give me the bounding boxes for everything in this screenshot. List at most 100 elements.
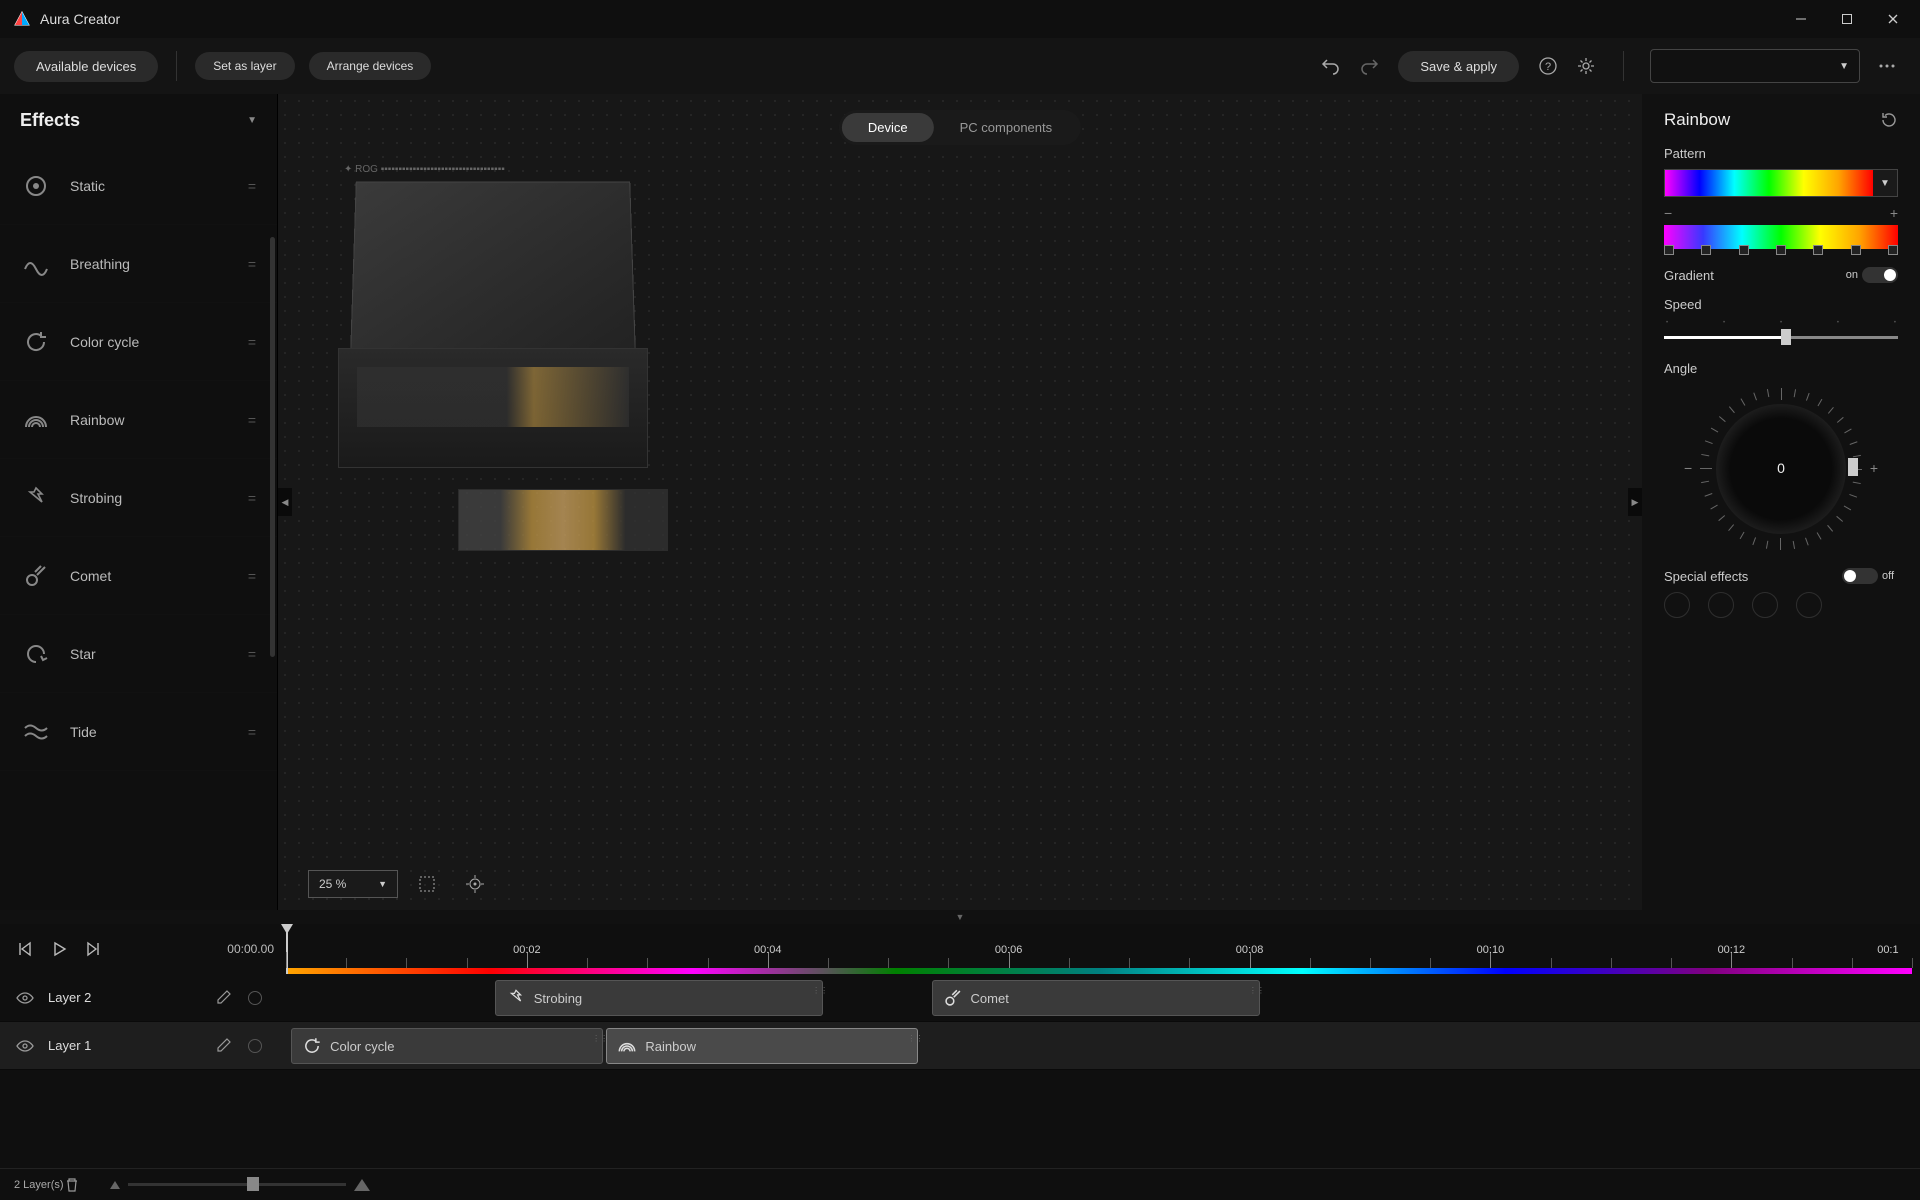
app-title: Aura Creator bbox=[40, 11, 120, 27]
effect-item-rainbow[interactable]: Rainbow = bbox=[0, 381, 277, 459]
gradient-toggle[interactable] bbox=[1862, 267, 1898, 283]
visibility-toggle[interactable] bbox=[16, 989, 34, 1007]
effects-header[interactable]: Effects ▼ bbox=[0, 94, 277, 147]
window-close-button[interactable] bbox=[1870, 0, 1916, 38]
tab-device[interactable]: Device bbox=[842, 113, 934, 142]
center-view-button[interactable] bbox=[462, 871, 488, 897]
delete-layer-button[interactable] bbox=[64, 1177, 80, 1193]
drag-grip-icon[interactable]: = bbox=[248, 412, 257, 428]
layer-name[interactable]: Layer 1 bbox=[48, 1038, 202, 1053]
help-button[interactable]: ? bbox=[1535, 53, 1561, 79]
drag-grip-icon[interactable]: = bbox=[248, 256, 257, 272]
clip-resize-handle[interactable]: ⋮⋮ bbox=[1249, 989, 1255, 1007]
pattern-label: Pattern bbox=[1664, 146, 1898, 161]
skip-start-button[interactable] bbox=[12, 936, 38, 962]
layer-color-dot[interactable] bbox=[248, 1039, 262, 1053]
effect-label: Static bbox=[70, 178, 105, 194]
timeline-collapse-button[interactable]: ▼ bbox=[0, 910, 1920, 924]
clip-label: Color cycle bbox=[330, 1039, 394, 1054]
window-minimize-button[interactable] bbox=[1778, 0, 1824, 38]
effect-label: Breathing bbox=[70, 256, 130, 272]
edit-layer-button[interactable] bbox=[216, 989, 234, 1007]
angle-dial[interactable]: 0 − + bbox=[1696, 384, 1866, 554]
ruler-label: 00:08 bbox=[1236, 944, 1264, 956]
ruler-label: 00:12 bbox=[1718, 944, 1746, 956]
layer-color-dot[interactable] bbox=[248, 991, 262, 1005]
gradient-on-label: on bbox=[1846, 269, 1858, 281]
timeline-time: 00:00.00 bbox=[227, 942, 274, 956]
arrange-devices-button[interactable]: Arrange devices bbox=[309, 52, 432, 80]
effect-item-tide[interactable]: Tide = bbox=[0, 693, 277, 771]
effect-item-breathing[interactable]: Breathing = bbox=[0, 225, 277, 303]
clip-resize-handle[interactable]: ⋮⋮ bbox=[907, 1037, 913, 1055]
skip-end-button[interactable] bbox=[80, 936, 106, 962]
play-button[interactable] bbox=[46, 936, 72, 962]
angle-handle[interactable] bbox=[1848, 458, 1858, 476]
special-effects-toggle[interactable] bbox=[1842, 568, 1878, 584]
timeline-track: Layer 2 Strobing ⋮⋮ Comet ⋮⋮ bbox=[0, 974, 1920, 1022]
add-stop-button[interactable]: + bbox=[1890, 205, 1898, 221]
pattern-dropdown[interactable]: ▼ bbox=[1664, 169, 1898, 197]
ruler-label: 00:1 bbox=[1877, 944, 1898, 956]
effect-item-colorcycle[interactable]: Color cycle = bbox=[0, 303, 277, 381]
canvas-area[interactable]: ◀ ▶ Device PC components ✦ ROG ▪▪▪▪▪▪▪▪▪… bbox=[278, 94, 1642, 910]
zoom-value: 25 % bbox=[319, 877, 346, 891]
more-button[interactable] bbox=[1874, 53, 1900, 79]
clip-resize-handle[interactable]: ⋮⋮ bbox=[812, 989, 818, 1007]
zoom-dropdown[interactable]: 25 % ▼ bbox=[308, 870, 398, 898]
static-icon bbox=[20, 170, 52, 202]
tab-pc-components[interactable]: PC components bbox=[934, 113, 1079, 142]
remove-stop-button[interactable]: − bbox=[1664, 205, 1672, 221]
clip-effect-icon bbox=[302, 1036, 322, 1056]
layer-name[interactable]: Layer 2 bbox=[48, 990, 202, 1005]
timeline-clip[interactable]: Color cycle ⋮⋮ bbox=[291, 1028, 603, 1064]
ruler-label: 00:10 bbox=[1477, 944, 1505, 956]
drag-grip-icon[interactable]: = bbox=[248, 646, 257, 662]
window-maximize-button[interactable] bbox=[1824, 0, 1870, 38]
edit-layer-button[interactable] bbox=[216, 1037, 234, 1055]
canvas-view-toggle: Device PC components bbox=[839, 110, 1081, 145]
timeline-clip[interactable]: Comet ⋮⋮ bbox=[932, 980, 1260, 1016]
set-as-layer-button[interactable]: Set as layer bbox=[195, 52, 294, 80]
effect-item-strobing[interactable]: Strobing = bbox=[0, 459, 277, 537]
device-laptop[interactable]: ✦ ROG ▪▪▪▪▪▪▪▪▪▪▪▪▪▪▪▪▪▪▪▪▪▪▪▪▪▪▪▪▪▪▪▪▪▪… bbox=[338, 164, 648, 464]
effect-label: Strobing bbox=[70, 490, 122, 506]
drag-grip-icon[interactable]: = bbox=[248, 490, 257, 506]
effects-scrollbar[interactable] bbox=[270, 237, 275, 657]
timeline-clip[interactable]: Rainbow ⋮⋮ bbox=[606, 1028, 918, 1064]
angle-value: 0 bbox=[1696, 460, 1866, 476]
properties-title: Rainbow bbox=[1664, 110, 1730, 130]
reset-button[interactable] bbox=[1880, 111, 1898, 129]
gradient-editor[interactable] bbox=[1664, 225, 1898, 249]
profile-dropdown[interactable]: ▼ bbox=[1650, 49, 1860, 83]
timeline-clip[interactable]: Strobing ⋮⋮ bbox=[495, 980, 823, 1016]
timeline-ruler[interactable]: 00:0200:0400:0600:0800:1000:1200:1 bbox=[286, 924, 1912, 974]
effect-item-static[interactable]: Static = bbox=[0, 147, 277, 225]
device-keyboard[interactable] bbox=[458, 489, 668, 551]
laptop-screen bbox=[350, 182, 636, 355]
collapse-left-button[interactable]: ◀ bbox=[278, 488, 292, 516]
visibility-toggle[interactable] bbox=[16, 1037, 34, 1055]
settings-button[interactable] bbox=[1573, 53, 1599, 79]
toolbar: Available devices Set as layer Arrange d… bbox=[0, 38, 1920, 94]
drag-grip-icon[interactable]: = bbox=[248, 568, 257, 584]
fit-to-screen-button[interactable] bbox=[414, 871, 440, 897]
angle-minus-button[interactable]: − bbox=[1684, 460, 1692, 476]
clip-resize-handle[interactable]: ⋮⋮ bbox=[592, 1037, 598, 1055]
angle-plus-button[interactable]: + bbox=[1870, 460, 1878, 476]
drag-grip-icon[interactable]: = bbox=[248, 724, 257, 740]
speed-label: Speed bbox=[1664, 297, 1898, 312]
save-apply-button[interactable]: Save & apply bbox=[1398, 51, 1519, 82]
speed-slider[interactable] bbox=[1664, 336, 1898, 339]
drag-grip-icon[interactable]: = bbox=[248, 334, 257, 350]
redo-button[interactable] bbox=[1356, 53, 1382, 79]
undo-button[interactable] bbox=[1318, 53, 1344, 79]
chevron-down-icon: ▼ bbox=[1873, 170, 1897, 196]
effect-item-star[interactable]: Star = bbox=[0, 615, 277, 693]
timeline-zoom-slider[interactable] bbox=[110, 1175, 370, 1195]
drag-grip-icon[interactable]: = bbox=[248, 178, 257, 194]
ruler-label: 00:04 bbox=[754, 944, 782, 956]
collapse-right-button[interactable]: ▶ bbox=[1628, 488, 1642, 516]
available-devices-button[interactable]: Available devices bbox=[14, 51, 158, 82]
effect-item-comet[interactable]: Comet = bbox=[0, 537, 277, 615]
